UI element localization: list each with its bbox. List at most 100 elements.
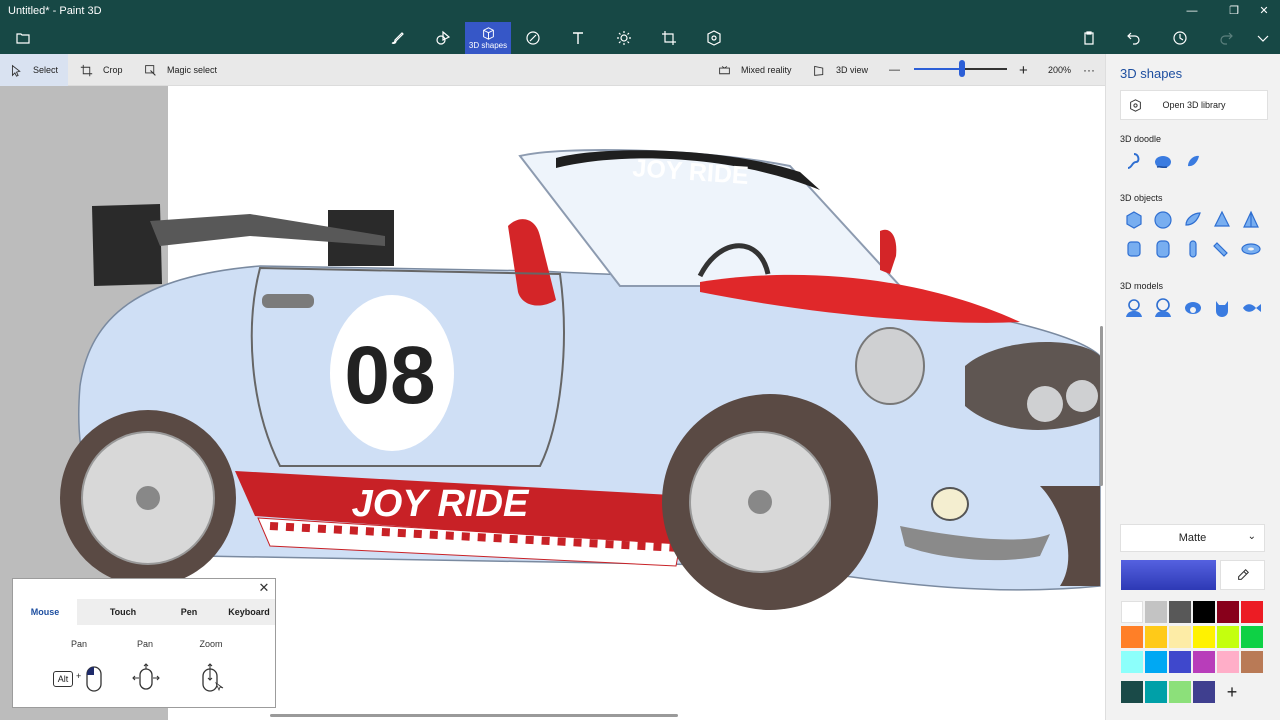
color-swatch[interactable] xyxy=(1193,626,1215,648)
color-swatch[interactable] xyxy=(1145,651,1167,673)
donut-icon[interactable] xyxy=(1240,238,1262,260)
material-finish-dropdown[interactable]: Matte ⌄ xyxy=(1120,524,1265,552)
open-3d-library-button[interactable]: Open 3D library xyxy=(1120,90,1268,120)
color-swatch[interactable] xyxy=(1217,626,1239,648)
tube-icon[interactable] xyxy=(1152,238,1174,260)
paste-button[interactable] xyxy=(1066,22,1112,54)
zoom-slider-thumb[interactable] xyxy=(959,60,966,77)
3d-objects-heading: 3D objects xyxy=(1120,193,1163,203)
color-swatch[interactable] xyxy=(1241,626,1263,648)
window-title: Untitled* - Paint 3D xyxy=(8,5,102,17)
color-swatch[interactable] xyxy=(1169,651,1191,673)
color-swatch[interactable] xyxy=(1145,601,1167,623)
hemisphere-icon[interactable] xyxy=(1182,209,1204,231)
help-tab-keyboard[interactable]: Keyboard xyxy=(219,599,279,625)
custom-color-swatch[interactable] xyxy=(1121,681,1143,703)
fog-lamp-right xyxy=(1066,380,1098,412)
magic-select-label: Magic select xyxy=(167,65,218,75)
chevron-down-icon: ⌄ xyxy=(1247,531,1256,542)
color-swatch[interactable] xyxy=(1169,626,1191,648)
text-icon xyxy=(573,32,583,44)
vertical-scrollbar[interactable] xyxy=(1100,326,1103,486)
canvas-tool-button[interactable] xyxy=(646,22,692,54)
brushes-tool-button[interactable] xyxy=(374,22,420,54)
color-swatch[interactable] xyxy=(1121,651,1143,673)
zoom-out-button[interactable]: — xyxy=(889,54,900,86)
help-tab-pen[interactable]: Pen xyxy=(159,599,219,625)
minimize-button[interactable]: — xyxy=(1182,3,1202,19)
add-color-button[interactable]: + xyxy=(1221,681,1243,703)
3d-library-tool-button[interactable] xyxy=(691,22,737,54)
help-tab-touch[interactable]: Touch xyxy=(93,599,153,625)
custom-color-swatch[interactable] xyxy=(1193,681,1215,703)
sticker-icon xyxy=(526,31,540,45)
stickers-tool-button[interactable] xyxy=(510,22,556,54)
cone-icon[interactable] xyxy=(1211,209,1233,231)
history-button[interactable] xyxy=(1157,22,1203,54)
selected-color-preview[interactable] xyxy=(1121,560,1216,590)
color-swatch[interactable] xyxy=(1121,601,1143,623)
woman-model-icon[interactable] xyxy=(1152,297,1174,319)
eyedropper-button[interactable] xyxy=(1220,560,1265,590)
effects-tool-button[interactable] xyxy=(601,22,647,54)
zoom-slider-fill xyxy=(914,68,963,70)
select-button[interactable]: Select xyxy=(0,54,68,86)
custom-color-swatch[interactable] xyxy=(1169,681,1191,703)
sharp-edge-doodle-icon[interactable] xyxy=(1123,150,1145,172)
alt-key-icon: Alt xyxy=(53,671,73,687)
panel-title: 3D shapes xyxy=(1120,66,1183,81)
man-model-icon[interactable] xyxy=(1123,297,1145,319)
eyedropper-icon xyxy=(1237,569,1249,580)
crop-button[interactable]: Crop xyxy=(80,54,123,86)
maximize-button[interactable]: ❐ xyxy=(1224,3,1244,19)
color-swatch[interactable] xyxy=(1241,651,1263,673)
help-close-button[interactable]: ✕ xyxy=(257,581,271,595)
color-swatch[interactable] xyxy=(1169,601,1191,623)
cube-icon[interactable] xyxy=(1123,209,1145,231)
fish-model-icon[interactable] xyxy=(1240,297,1262,319)
expand-button[interactable] xyxy=(1240,22,1280,54)
color-swatch[interactable] xyxy=(1241,601,1263,623)
tube-doodle-icon[interactable] xyxy=(1182,150,1204,172)
rear-wheel xyxy=(60,410,236,586)
undo-button[interactable] xyxy=(1111,22,1157,54)
soft-edge-doodle-icon[interactable] xyxy=(1152,150,1174,172)
select-label: Select xyxy=(33,65,59,75)
color-swatch[interactable] xyxy=(1193,651,1215,673)
horizontal-scrollbar[interactable] xyxy=(270,714,678,717)
cat-model-icon[interactable] xyxy=(1211,297,1233,319)
color-swatch[interactable] xyxy=(1193,601,1215,623)
color-swatch[interactable] xyxy=(1217,651,1239,673)
sun-icon xyxy=(617,31,631,45)
text-tool-button[interactable] xyxy=(555,22,601,54)
front-wheel xyxy=(662,394,878,610)
dog-model-icon[interactable] xyxy=(1182,297,1204,319)
curved-cylinder-icon[interactable] xyxy=(1211,238,1233,260)
material-finish-label: Matte xyxy=(1178,532,1207,544)
cylinder-icon[interactable] xyxy=(1123,238,1145,260)
headlight xyxy=(855,327,925,405)
undo-icon xyxy=(1127,32,1140,45)
zoom-in-button[interactable]: + xyxy=(1019,54,1028,86)
help-tab-mouse[interactable]: Mouse xyxy=(13,599,77,625)
seat-headrest-right xyxy=(880,229,897,274)
close-window-button[interactable]: ✕ xyxy=(1254,3,1274,19)
more-options-button[interactable]: ··· xyxy=(1083,54,1095,86)
color-swatch[interactable] xyxy=(1145,626,1167,648)
3d-view-button[interactable]: 3D view xyxy=(813,54,868,86)
menu-button[interactable] xyxy=(0,22,46,54)
color-swatch[interactable] xyxy=(1121,626,1143,648)
3d-shapes-tool-button[interactable]: 3D shapes xyxy=(465,22,511,54)
3d-view-icon xyxy=(814,65,824,76)
2d-shapes-tool-button[interactable] xyxy=(420,22,466,54)
sphere-icon[interactable] xyxy=(1152,209,1174,231)
color-swatch[interactable] xyxy=(1217,601,1239,623)
custom-color-swatch[interactable] xyxy=(1145,681,1167,703)
capsule-icon[interactable] xyxy=(1182,238,1204,260)
mixed-reality-icon xyxy=(719,65,730,74)
open-3d-library-label: Open 3D library xyxy=(1162,100,1226,110)
pyramid-icon[interactable] xyxy=(1240,209,1262,231)
mixed-reality-button[interactable]: Mixed reality xyxy=(718,54,792,86)
door-handle xyxy=(262,294,314,308)
magic-select-button[interactable]: Magic select xyxy=(144,54,217,86)
